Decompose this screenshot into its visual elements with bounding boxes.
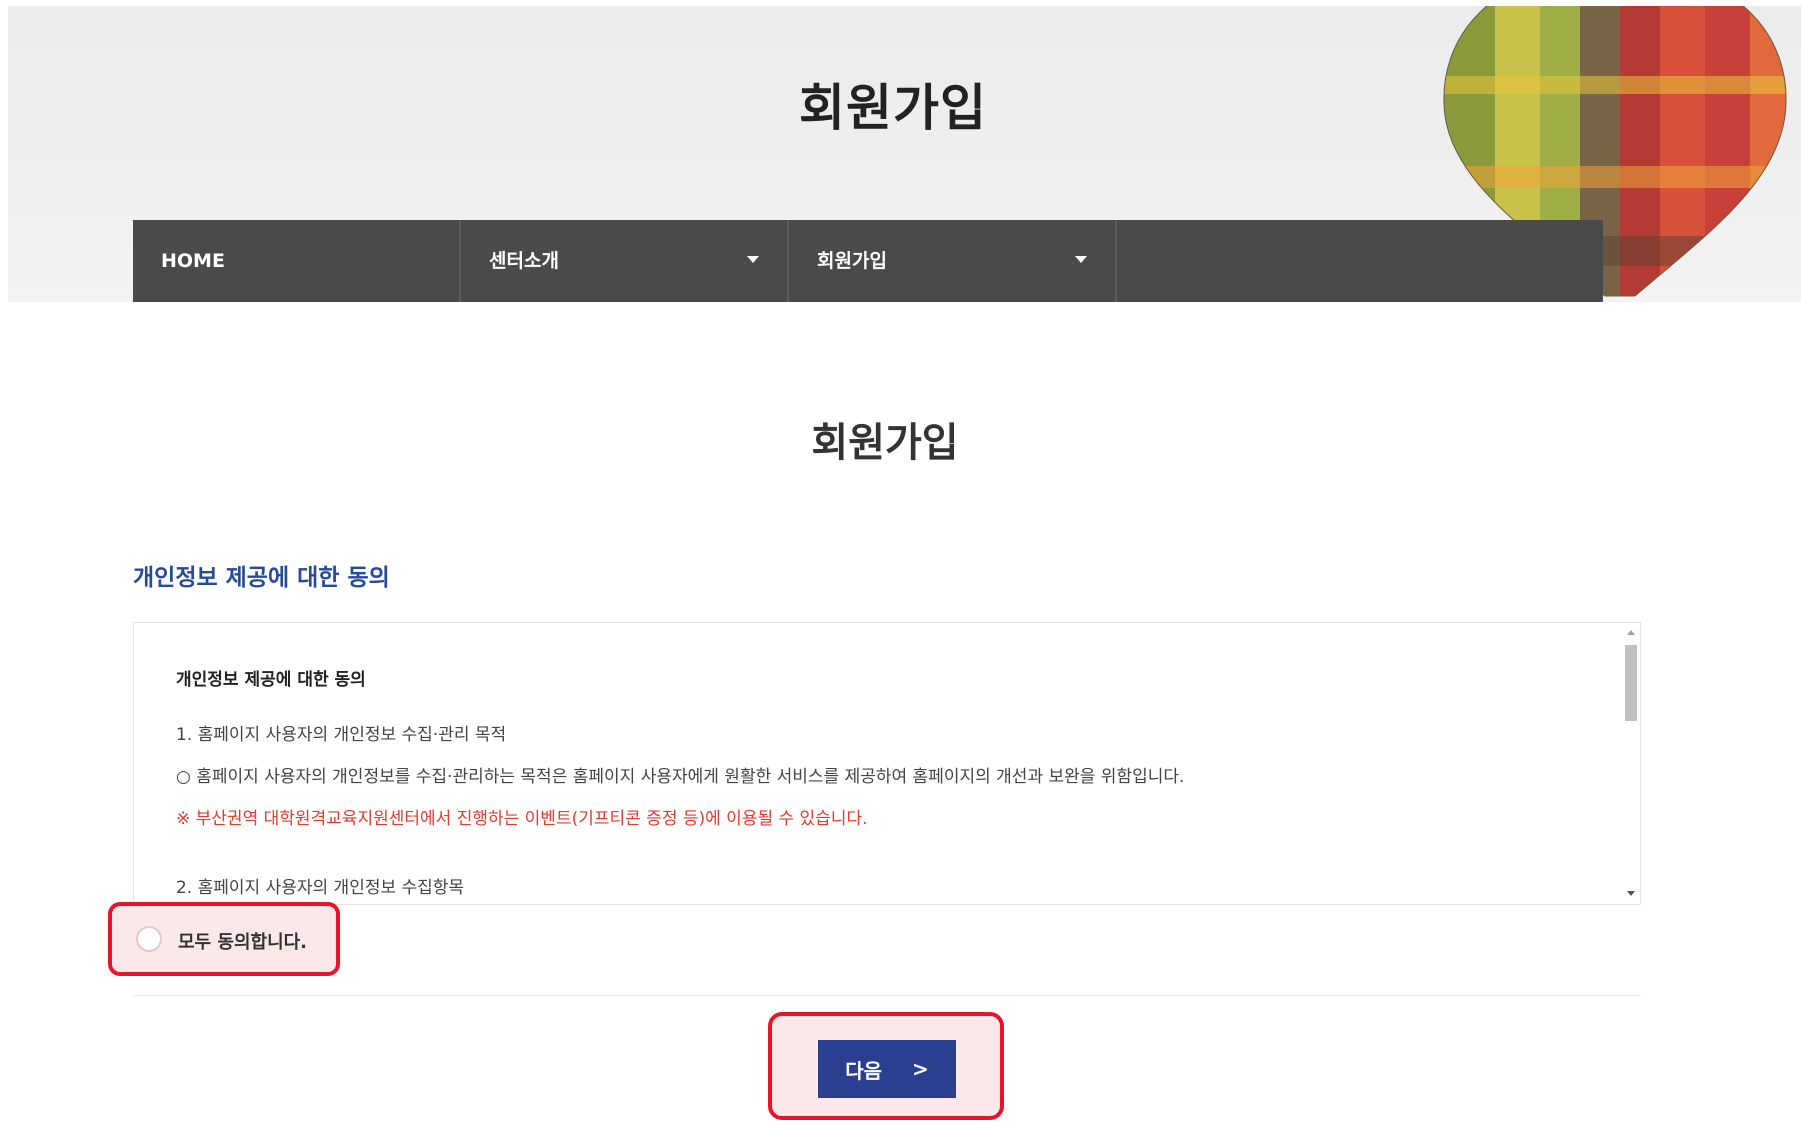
next-button-label: 다음: [845, 1058, 883, 1083]
terms-content: 개인정보 제공에 대한 동의 1. 홈페이지 사용자의 개인정보 수집·관리 목…: [176, 665, 1556, 904]
divider: [133, 995, 1641, 996]
nav-item-home[interactable]: HOME: [133, 220, 461, 302]
nav-item-center-intro[interactable]: 센터소개: [461, 220, 789, 302]
page: 회원가입 HOME 센터소개 회원가입 회원가입 개인정보 제공에 대한 동의 …: [0, 0, 1801, 1130]
scrollbar-thumb[interactable]: [1625, 645, 1637, 721]
agree-all-option[interactable]: 모두 동의합니다.: [108, 902, 340, 976]
terms-line: 2. 홈페이지 사용자의 개인정보 수집항목: [176, 878, 465, 898]
agree-all-radio[interactable]: [136, 926, 162, 952]
main-nav: HOME 센터소개 회원가입: [133, 220, 1603, 302]
nav-item-label: 회원가입: [817, 250, 887, 272]
terms-line: 1. 홈페이지 사용자의 개인정보 수집·관리 목적: [176, 725, 507, 745]
terms-scroll-box[interactable]: 개인정보 제공에 대한 동의 1. 홈페이지 사용자의 개인정보 수집·관리 목…: [133, 622, 1641, 905]
section-title: 개인정보 제공에 대한 동의: [133, 565, 390, 591]
nav-item-signup[interactable]: 회원가입: [789, 220, 1117, 302]
nav-item-label: HOME: [161, 250, 225, 272]
caret-down-icon: [747, 256, 759, 263]
chevron-right-icon: >: [912, 1057, 929, 1081]
scroll-up-arrow-icon[interactable]: [1627, 630, 1635, 635]
page-title: 회원가입: [811, 420, 959, 466]
scroll-down-arrow-icon[interactable]: [1627, 891, 1635, 896]
terms-scrollbar[interactable]: [1622, 623, 1640, 904]
nav-item-label: 센터소개: [489, 250, 559, 272]
hero-banner: 회원가입 HOME 센터소개 회원가입: [8, 6, 1801, 302]
agree-all-label: 모두 동의합니다.: [178, 932, 308, 953]
caret-down-icon: [1075, 256, 1087, 263]
terms-notice: ※ 부산권역 대학원격교육지원센터에서 진행하는 이벤트(기프티콘 증정 등)에…: [176, 809, 868, 829]
terms-heading: 개인정보 제공에 대한 동의: [176, 670, 366, 690]
next-button[interactable]: 다음 >: [818, 1040, 956, 1098]
terms-line: ○ 홈페이지 사용자의 개인정보를 수집·관리하는 목적은 홈페이지 사용자에게…: [176, 767, 1185, 787]
